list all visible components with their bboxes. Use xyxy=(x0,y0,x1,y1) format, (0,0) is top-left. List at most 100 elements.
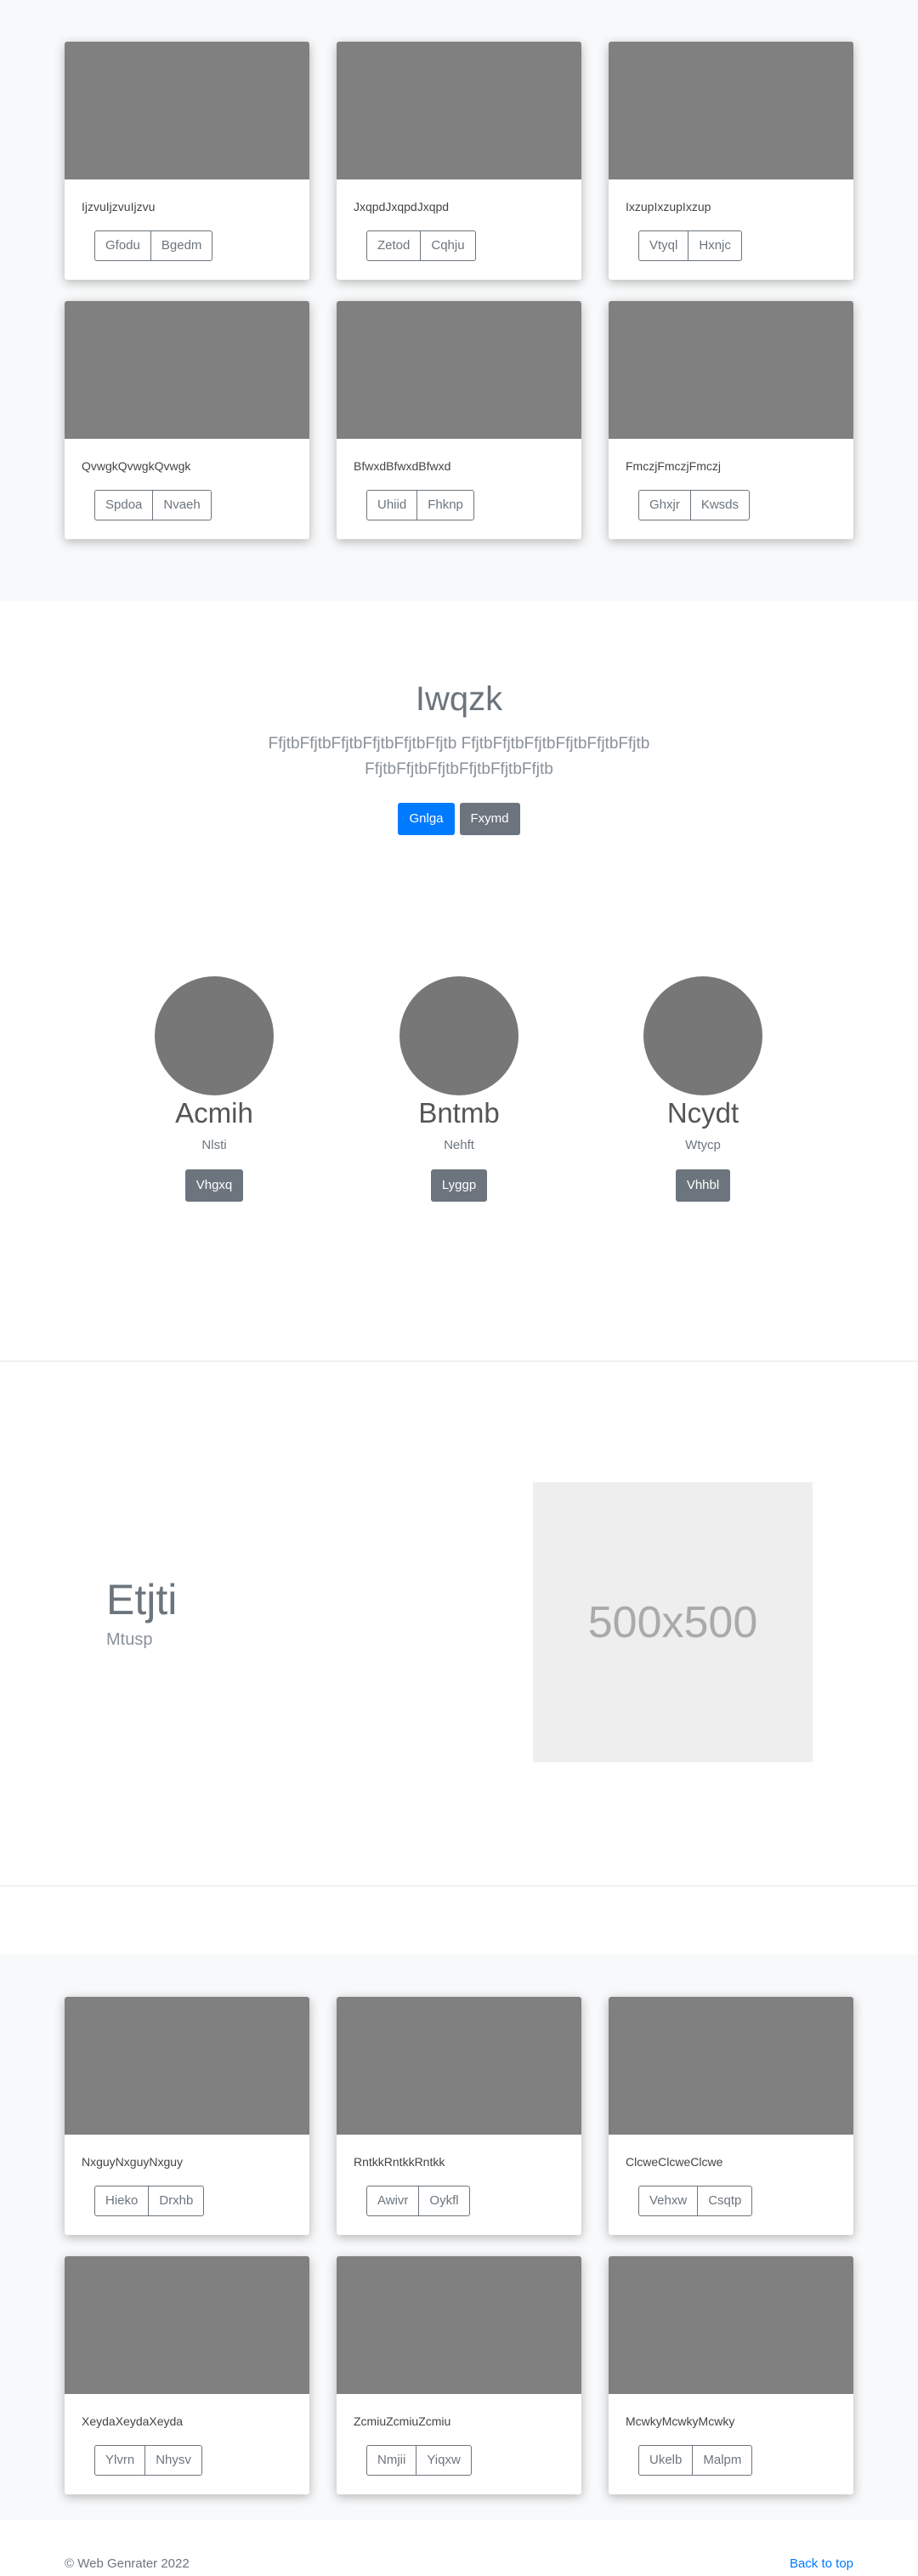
card-button-group: Ylvrn Nhysv xyxy=(94,2445,202,2476)
section-divider xyxy=(0,1885,918,1886)
album-card: McwkyMcwkyMcwky Ukelb Malpm xyxy=(609,2256,853,2494)
album-card: IjzvuIjzvuIjzvu Gfodu Bgedm xyxy=(65,42,309,280)
card-text: McwkyMcwkyMcwky xyxy=(626,2414,735,2428)
card-button-1[interactable]: Spdoa xyxy=(94,490,154,520)
person-role: Wtycp xyxy=(685,1138,721,1152)
card-button-group: Gfodu Bgedm xyxy=(94,230,213,261)
avatar xyxy=(400,976,518,1095)
album-card: ClcweClcweClcwe Vehxw Csqtp xyxy=(609,1997,853,2235)
card-thumbnail xyxy=(65,2256,309,2394)
jumbotron-secondary-button[interactable]: Fxymd xyxy=(459,803,520,835)
card-button-group: Hieko Drxhb xyxy=(94,2186,205,2216)
jumbotron-heading: Iwqzk xyxy=(415,680,503,718)
card-button-2[interactable]: Hxnjc xyxy=(688,230,742,261)
card-thumbnail xyxy=(609,1997,853,2135)
jumbotron-lead: FfjtbFfjtbFfjtbFfjtbFfjtbFfjtb FfjtbFfjt… xyxy=(268,735,650,778)
card-text: BfwxdBfwxdBfwxd xyxy=(354,459,451,473)
person-role: Nehft xyxy=(444,1138,474,1152)
card-button-1[interactable]: Zetod xyxy=(366,230,422,261)
card-button-1[interactable]: Uhiid xyxy=(366,490,418,520)
card-button-group: Awivr Oykfl xyxy=(366,2186,470,2216)
album-card: RntkkRntkkRntkk Awivr Oykfl xyxy=(337,1997,581,2235)
card-text: IjzvuIjzvuIjzvu xyxy=(82,200,156,213)
card-button-group: Spdoa Nvaeh xyxy=(94,490,212,520)
album-card: NxguyNxguyNxguy Hieko Drxhb xyxy=(65,1997,309,2235)
album-card: BfwxdBfwxdBfwxd Uhiid Fhknp xyxy=(337,301,581,539)
album-card: XeydaXeydaXeyda Ylvrn Nhysv xyxy=(65,2256,309,2494)
card-button-group: Vehxw Csqtp xyxy=(638,2186,753,2216)
card-thumbnail xyxy=(609,301,853,439)
card-thumbnail xyxy=(65,301,309,439)
card-button-group: Ukelb Malpm xyxy=(638,2445,753,2476)
card-text: RntkkRntkkRntkk xyxy=(354,2155,445,2169)
person-column: Acmih Nlsti Vhgxq xyxy=(129,976,299,1202)
avatar xyxy=(643,976,762,1095)
card-button-1[interactable]: Ylvrn xyxy=(94,2445,146,2476)
album-card: QvwgkQvwgkQvwgk Spdoa Nvaeh xyxy=(65,301,309,539)
card-button-2[interactable]: Nhysv xyxy=(144,2445,202,2476)
card-button-group: Zetod Cqhju xyxy=(366,230,476,261)
card-button-2[interactable]: Malpm xyxy=(692,2445,753,2476)
card-button-1[interactable]: Vehxw xyxy=(638,2186,699,2216)
person-name: Acmih xyxy=(175,1097,253,1129)
card-button-2[interactable]: Bgedm xyxy=(150,230,213,261)
card-text: QvwgkQvwgkQvwgk xyxy=(82,459,191,473)
card-text: ZcmiuZcmiuZcmiu xyxy=(354,2414,451,2428)
card-thumbnail xyxy=(609,2256,853,2394)
card-button-group: Uhiid Fhknp xyxy=(366,490,474,520)
jumbotron-primary-button[interactable]: Gnlga xyxy=(398,803,455,835)
card-text: ClcweClcweClcwe xyxy=(626,2155,723,2169)
person-button[interactable]: Lyggp xyxy=(430,1169,488,1202)
card-text: FmczjFmczjFmczj xyxy=(626,459,721,473)
card-thumbnail xyxy=(337,2256,581,2394)
featurette-subheading: Mtusp xyxy=(106,1630,153,1649)
card-button-2[interactable]: Nvaeh xyxy=(152,490,212,520)
card-button-group: Vtyql Hxnjc xyxy=(638,230,742,261)
card-button-2[interactable]: Oykfl xyxy=(418,2186,470,2216)
card-button-group: Nmjii Yiqxw xyxy=(366,2445,472,2476)
card-button-1[interactable]: Awivr xyxy=(366,2186,420,2216)
person-button[interactable]: Vhgxq xyxy=(184,1169,244,1202)
card-text: IxzupIxzupIxzup xyxy=(626,200,711,213)
person-name: Ncydt xyxy=(666,1097,740,1129)
card-thumbnail xyxy=(337,1997,581,2135)
card-button-group: Ghxjr Kwsds xyxy=(638,490,751,520)
avatar xyxy=(155,976,274,1095)
card-text: XeydaXeydaXeyda xyxy=(82,2414,184,2428)
card-button-2[interactable]: Cqhju xyxy=(420,230,476,261)
card-button-2[interactable]: Fhknp xyxy=(416,490,474,520)
album-bottom-section: NxguyNxguyNxguy Hieko Drxhb RntkkRntkkRn… xyxy=(0,1954,918,2520)
featurette-image-placeholder: 500x500 xyxy=(533,1482,813,1762)
card-button-2[interactable]: Yiqxw xyxy=(416,2445,472,2476)
card-thumbnail xyxy=(609,42,853,179)
card-thumbnail xyxy=(65,42,309,179)
person-name: Bntmb xyxy=(418,1097,500,1129)
card-text: JxqpdJxqpdJxqpd xyxy=(354,200,450,213)
footer-copyright: © Web Genrater 2022 xyxy=(65,2556,190,2571)
card-button-1[interactable]: Ukelb xyxy=(638,2445,694,2476)
card-thumbnail xyxy=(337,301,581,439)
card-text: NxguyNxguyNxguy xyxy=(82,2155,184,2169)
featurette-heading: Etjti xyxy=(106,1576,178,1624)
album-card: IxzupIxzupIxzup Vtyql Hxnjc xyxy=(609,42,853,280)
section-divider xyxy=(0,1361,918,1362)
card-button-1[interactable]: Vtyql xyxy=(638,230,689,261)
album-card: JxqpdJxqpdJxqpd Zetod Cqhju xyxy=(337,42,581,280)
card-button-1[interactable]: Nmjii xyxy=(366,2445,417,2476)
card-thumbnail xyxy=(65,1997,309,2135)
card-button-2[interactable]: Csqtp xyxy=(697,2186,753,2216)
album-top-section: IjzvuIjzvuIjzvu Gfodu Bgedm JxqpdJxqpdJx… xyxy=(0,0,918,601)
person-role: Nlsti xyxy=(201,1138,227,1152)
person-column: Bntmb Nehft Lyggp xyxy=(374,976,544,1202)
jumbotron-buttons: Gnlga Fxymd xyxy=(0,803,918,835)
person-button[interactable]: Vhhbl xyxy=(675,1169,731,1202)
card-button-1[interactable]: Gfodu xyxy=(94,230,151,261)
card-thumbnail xyxy=(337,42,581,179)
card-button-1[interactable]: Ghxjr xyxy=(638,490,691,520)
person-column: Ncydt Wtycp Vhhbl xyxy=(618,976,788,1202)
back-to-top-link[interactable]: Back to top xyxy=(790,2556,853,2571)
album-card: ZcmiuZcmiuZcmiu Nmjii Yiqxw xyxy=(337,2256,581,2494)
card-button-1[interactable]: Hieko xyxy=(94,2186,150,2216)
card-button-2[interactable]: Kwsds xyxy=(689,490,751,520)
card-button-2[interactable]: Drxhb xyxy=(148,2186,205,2216)
